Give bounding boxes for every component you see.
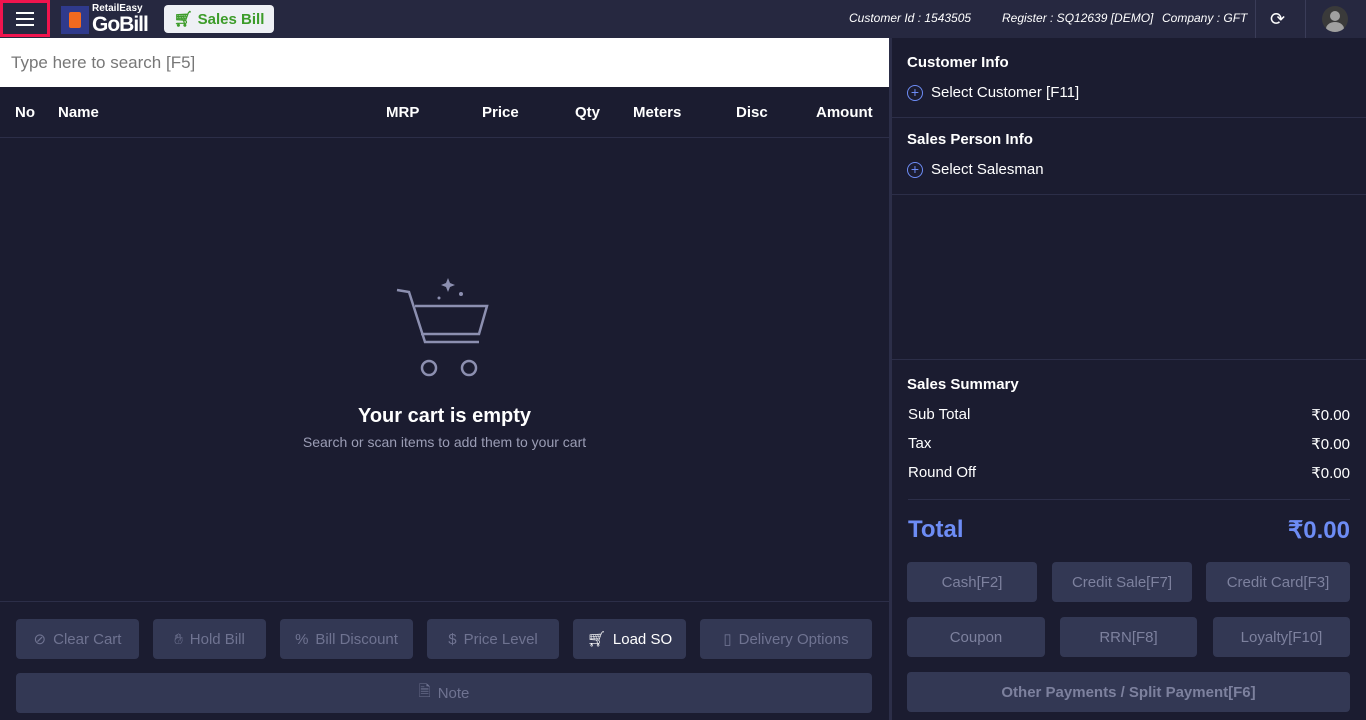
empty-cart-subtitle: Search or scan items to add them to your…	[302, 434, 587, 450]
document-icon: 🗎︎	[418, 682, 431, 700]
sales-person-info: Sales Person Info + Select Salesman	[892, 118, 1366, 195]
bill-discount-button[interactable]: % Bill Discount	[280, 619, 413, 659]
avatar[interactable]	[1322, 6, 1348, 32]
sales-bill-button[interactable]: 🛒︎ Sales Bill	[164, 5, 274, 33]
cart-table-header: No Name MRP Price Qty Meters Disc Amount	[0, 87, 889, 138]
total-row: Total ₹0.00	[908, 516, 1350, 545]
delivery-options-button[interactable]: ▯ Delivery Options	[700, 619, 872, 659]
note-button[interactable]: 🗎︎ Note	[16, 673, 872, 713]
divider	[1255, 0, 1256, 38]
select-salesman-button[interactable]: + Select Salesman	[907, 161, 1044, 178]
top-bar: RetailEasy GoBill 🛒︎ Sales Bill Customer I…	[0, 0, 1366, 38]
credit-sale-button[interactable]: Credit Sale[F7]	[1052, 562, 1192, 602]
col-name: Name	[58, 104, 99, 121]
right-panel: Customer Info + Select Customer [F11] Sal…	[889, 38, 1366, 720]
plus-circle-icon: +	[907, 161, 923, 178]
label: Total	[908, 516, 964, 543]
customer-info-title: Customer Info	[907, 54, 1009, 71]
col-amount: Amount	[816, 104, 873, 121]
value: ₹0.00	[1311, 436, 1350, 453]
cart-actions: ⊘ Clear Cart ✋︎ Hold Bill % Bill Discount $…	[0, 601, 889, 720]
col-disc: Disc	[736, 104, 768, 121]
label: Tax	[908, 435, 932, 452]
col-no: No	[15, 104, 35, 121]
value: ₹0.00	[1311, 407, 1350, 424]
label: Select Customer [F11]	[931, 84, 1080, 101]
dollar-icon: $	[448, 630, 457, 648]
label: Note	[437, 684, 470, 702]
cart-icon: 🛒︎	[586, 631, 606, 648]
logo: RetailEasy GoBill	[61, 4, 149, 36]
percent-icon: %	[295, 630, 309, 648]
rrn-button[interactable]: RRN[F8]	[1060, 617, 1197, 657]
empty-cart-title: Your cart is empty	[357, 405, 532, 427]
hold-bill-button[interactable]: ✋︎ Hold Bill	[153, 619, 266, 659]
register: Register : SQ12639 [DEMO]	[1002, 11, 1154, 25]
label: Bill Discount	[315, 630, 398, 648]
ban-icon: ⊘	[33, 631, 47, 648]
col-price: Price	[482, 104, 519, 121]
label: Delivery Options	[738, 630, 849, 648]
cash-button[interactable]: Cash[F2]	[907, 562, 1037, 602]
label: Clear Cart	[53, 630, 122, 648]
plus-circle-icon: +	[907, 84, 923, 101]
search-input[interactable]	[0, 38, 889, 87]
label: Price Level	[463, 630, 538, 648]
value: ₹0.00	[1311, 465, 1350, 482]
col-mrp: MRP	[386, 104, 420, 121]
load-so-button[interactable]: 🛒︎ Load SO	[573, 619, 686, 659]
coupon-button[interactable]: Coupon	[907, 617, 1045, 657]
sub-total-row: Sub Total ₹0.00	[908, 406, 1350, 424]
other-payments-button[interactable]: Other Payments / Split Payment[F6]	[907, 672, 1350, 712]
empty-cart: Your cart is empty Search or scan items …	[0, 270, 889, 450]
customer-id: Customer Id : 1543505	[849, 11, 972, 25]
customer-info: Customer Info + Select Customer [F11]	[892, 38, 1366, 118]
col-meters: Meters	[633, 104, 682, 121]
logo-icon	[61, 5, 89, 34]
logo-big-text: GoBill	[92, 13, 149, 36]
sales-person-title: Sales Person Info	[907, 131, 1033, 148]
label: Hold Bill	[189, 630, 245, 648]
label: Load SO	[612, 630, 673, 648]
cart-icon: 🛒︎	[173, 11, 193, 28]
label: Sub Total	[908, 406, 971, 423]
col-qty: Qty	[575, 104, 601, 121]
divider	[908, 499, 1350, 500]
label: Round Off	[908, 464, 977, 481]
value: ₹0.00	[1288, 517, 1350, 544]
spacer	[892, 195, 1366, 360]
credit-card-button[interactable]: Credit Card[F3]	[1206, 562, 1350, 602]
sales-summary-title: Sales Summary	[907, 376, 1019, 393]
refresh-icon[interactable]: ⟳	[1270, 9, 1285, 30]
round-off-row: Round Off ₹0.00	[908, 464, 1350, 482]
tax-row: Tax ₹0.00	[908, 435, 1350, 453]
select-customer-button[interactable]: + Select Customer [F11]	[907, 84, 1079, 101]
menu-icon	[16, 17, 34, 20]
divider	[1305, 0, 1306, 38]
empty-cart-icon	[396, 278, 489, 377]
hand-icon: ✋︎	[174, 630, 183, 648]
sales-bill-label: Sales Bill	[197, 10, 265, 28]
loyalty-button[interactable]: Loyalty[F10]	[1213, 617, 1350, 657]
label: Select Salesman	[931, 161, 1044, 178]
company: Company : GFT	[1162, 11, 1248, 25]
clear-cart-button[interactable]: ⊘ Clear Cart	[16, 619, 139, 659]
hamburger-menu-button[interactable]	[0, 0, 50, 37]
price-level-button[interactable]: $ Price Level	[427, 619, 559, 659]
phone-icon: ▯	[723, 631, 732, 648]
